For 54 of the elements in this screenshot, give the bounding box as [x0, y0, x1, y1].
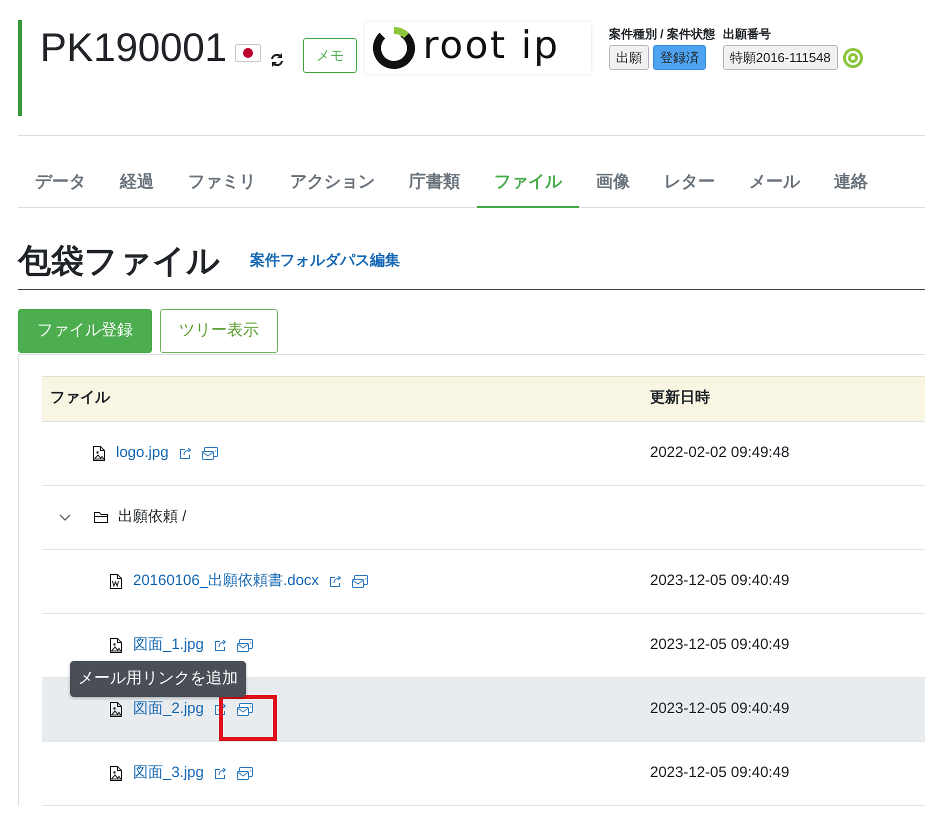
folder-name: 出願依頼 /: [118, 506, 186, 527]
status-button[interactable]: 登録済: [652, 45, 706, 70]
image-file-icon: [108, 700, 124, 718]
updated-date: 2023-12-05 09:40:49: [650, 636, 790, 653]
application-number-button[interactable]: 特願2016-111548: [722, 45, 838, 70]
mail-link-icon[interactable]: [236, 638, 254, 652]
tab[interactable]: 庁書類: [392, 161, 477, 208]
logo-ring-icon: [370, 25, 417, 71]
image-file-icon: [108, 636, 124, 654]
image-file-icon: [108, 764, 124, 782]
column-header: 更新日時: [642, 376, 925, 421]
updated-date: 2023-12-05 09:40:49: [650, 764, 790, 781]
external-link-icon[interactable]: [212, 638, 228, 652]
case-number: PK190001: [40, 28, 227, 68]
logo-text: root ip: [422, 26, 560, 64]
file-link[interactable]: 図面_2.jpg: [133, 698, 204, 720]
file-link[interactable]: logo.jpg: [116, 442, 169, 464]
tree-view-button[interactable]: ツリー表示: [160, 308, 278, 352]
tab[interactable]: ファイル: [477, 161, 579, 208]
file-link[interactable]: 20160106_出願依頼書.docx: [133, 570, 319, 592]
image-file-icon: [91, 444, 107, 462]
field-label: 案件種別 / 案件状態: [608, 28, 715, 40]
updated-date: 2023-12-05 09:40:49: [650, 700, 790, 717]
section-title: 包袋ファイル: [18, 244, 220, 276]
status-button[interactable]: 出願: [608, 45, 649, 70]
mail-link-icon[interactable]: [236, 702, 254, 716]
file-link[interactable]: 図面_3.jpg: [133, 762, 204, 784]
tab[interactable]: 連絡: [817, 161, 885, 208]
flag-icon: [234, 44, 261, 62]
tooltip: メール用リンクを追加: [70, 660, 246, 697]
external-link-icon[interactable]: [212, 766, 228, 780]
file-link[interactable]: 図面_1.jpg: [133, 634, 204, 656]
updated-date: 2022-02-02 09:49:48: [650, 444, 790, 461]
external-link-icon[interactable]: [328, 574, 343, 588]
tab[interactable]: 画像: [579, 161, 647, 208]
memo-button[interactable]: メモ: [302, 38, 357, 73]
register-file-button[interactable]: ファイル登録: [18, 308, 152, 352]
tab[interactable]: ファミリ: [171, 161, 273, 208]
column-header: ファイル: [42, 376, 642, 421]
field-label: 出願番号: [722, 28, 772, 40]
tab[interactable]: レター: [647, 161, 732, 208]
refresh-icon: [268, 52, 285, 68]
external-link-icon[interactable]: [178, 446, 193, 460]
mail-link-icon[interactable]: [236, 766, 254, 780]
tab[interactable]: メール: [732, 161, 817, 208]
tab[interactable]: アクション: [273, 161, 392, 208]
tab[interactable]: データ: [18, 161, 103, 208]
mail-link-icon[interactable]: [350, 574, 369, 588]
mail-link-icon[interactable]: [200, 446, 219, 460]
external-link-icon[interactable]: [212, 702, 228, 716]
edit-folder-path-link[interactable]: 案件フォルダパス編集: [250, 250, 400, 272]
updated-date: 2023-12-05 09:40:49: [650, 572, 790, 589]
word-file-icon: [108, 572, 124, 590]
tab[interactable]: 経過: [103, 161, 171, 208]
